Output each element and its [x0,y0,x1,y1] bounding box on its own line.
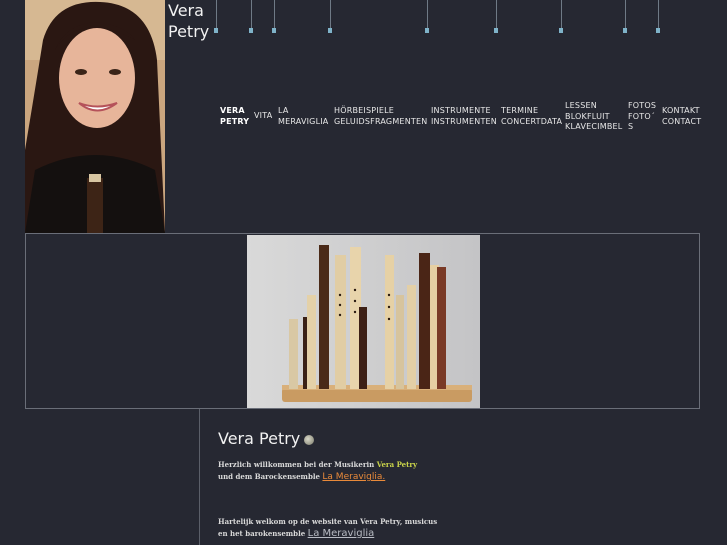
portrait-image [25,0,165,233]
portrait-photo [25,0,165,233]
nav-item-vera-petry[interactable]: VERA PETRY [220,106,249,127]
content-title: Vera Petry [218,429,315,448]
welcome-nl-line2: en het barokensemble [218,529,306,538]
nav-label: BLOKFLUIT [565,111,610,121]
recorders-image [247,235,480,408]
nav-label: INSTRUMENTEN [431,116,497,126]
recorders-photo [247,235,480,408]
nav-label: INSTRUMENTE [431,106,491,115]
nav-label: CONCERTDATA [501,116,563,126]
nav-item-kontakt[interactable]: KONTAKT CONTACT [662,106,701,127]
nav-guide-line [214,0,218,33]
nav-label: FOTOS [628,101,657,110]
nav-label: VERA [220,106,245,115]
nav-label: VITA [254,111,273,120]
nav-item-instrumente[interactable]: INSTRUMENTE INSTRUMENTEN [431,106,497,127]
nav-label: KLAVECIMBEL [565,122,623,131]
nav-item-termine[interactable]: TERMINE CONCERTDATA [501,106,562,127]
nav-item-fotos[interactable]: FOTOS FOTO´ S [628,101,656,133]
nav-label: LA [278,106,289,115]
site-title-line1: Vera [168,1,204,20]
site-title-line2: Petry [168,22,210,41]
content-title-text: Vera Petry [218,429,301,448]
nav-label: S [628,122,634,131]
bullet-icon [304,434,315,445]
nav-guide-line [623,0,627,33]
nav-label: HÖRBEISPIELE [334,106,395,115]
nav-label: PETRY [220,116,250,126]
nav-guide-line [328,0,332,33]
nav-item-hoerbeispiele[interactable]: HÖRBEISPIELE GELUIDSFRAGMENTEN [334,106,427,127]
welcome-text-de: Herzlich willkommen bei der Musikerin Ve… [218,459,417,483]
nav-item-lessen[interactable]: LESSEN BLOKFLUIT KLAVECIMBEL [565,101,622,133]
nav-label: CONTACT [662,116,702,126]
nav-label: FOTO´ [628,111,656,121]
welcome-de-line1: Herzlich willkommen bei der Musikerin [218,460,375,469]
welcome-text-nl: Hartelijk welkom op de website van Vera … [218,516,437,540]
nav-guide-line [494,0,498,33]
nav-label: GELUIDSFRAGMENTEN [334,116,428,126]
nav-guide-line [272,0,276,33]
nav-label: KONTAKT [662,106,700,115]
nav-label: MERAVIGLIA [278,116,329,126]
musician-name-highlight: Vera Petry [376,460,418,469]
site-title[interactable]: Vera Petry [168,0,209,42]
la-meraviglia-link-nl[interactable]: La Meraviglia [308,528,375,539]
welcome-de-line2: und dem Barockensemble [218,472,320,481]
la-meraviglia-link[interactable]: La Meraviglia. [322,472,385,482]
content-divider [199,409,200,545]
nav-guide-line [425,0,429,33]
nav-guide-line [656,0,660,33]
welcome-nl-line1: Hartelijk welkom op de website van Vera … [218,517,438,526]
nav-guide-line [559,0,563,33]
nav-item-la-meraviglia[interactable]: LA MERAVIGLIA [278,106,328,127]
nav-guide-line [249,0,253,33]
nav-label: TERMINE [501,106,539,115]
nav-item-vita[interactable]: VITA [254,111,272,122]
nav-label: LESSEN [565,101,597,110]
